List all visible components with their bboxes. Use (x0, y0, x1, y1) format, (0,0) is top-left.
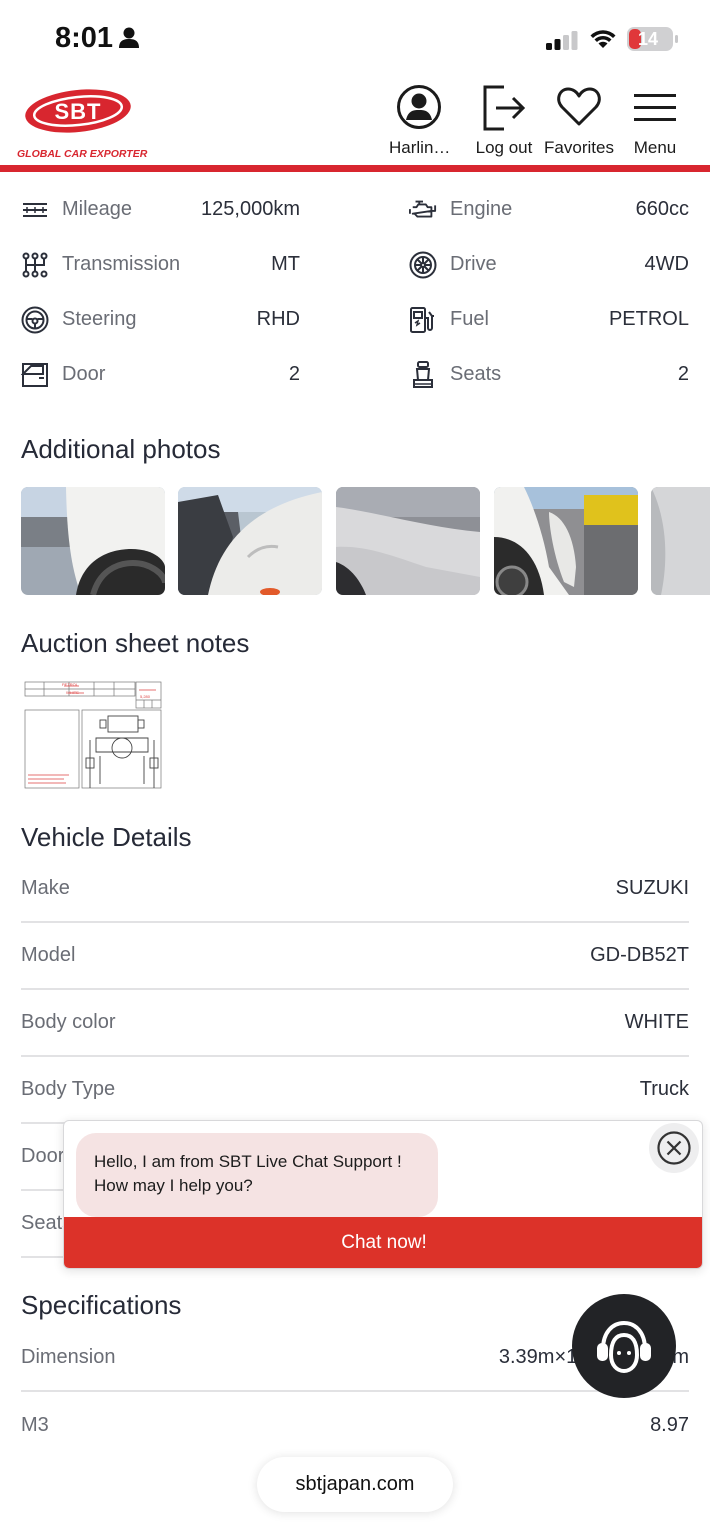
spec-label: Door (62, 363, 106, 385)
nav-account-label: Harlin… (389, 138, 451, 157)
spec-table-value: 8.97 (650, 1414, 689, 1436)
logo-text: SBT (54, 99, 102, 124)
car-photo[interactable] (651, 487, 710, 595)
car-photo[interactable] (178, 487, 322, 595)
fuel-pump-icon (410, 306, 434, 333)
detail-label: Body color (21, 1011, 116, 1033)
spec-value: 125,000km (201, 198, 300, 220)
chat-message-line: Hello, I am from SBT Live Chat Support ! (94, 1152, 402, 1171)
support-agent-icon (597, 1320, 651, 1374)
detail-label: Model (21, 944, 76, 966)
spec-label: Engine (450, 198, 513, 220)
section-title-vehicle-details: Vehicle Details (21, 822, 192, 852)
spec-value: 660cc (635, 198, 689, 220)
table-row: Make SUZUKI (21, 856, 689, 923)
chat-message-line: How may I help you? (94, 1176, 253, 1195)
svg-text:WHITE: WHITE (66, 690, 79, 695)
spec-steering: Steering RHD (21, 292, 300, 347)
spec-label: Transmission (62, 253, 181, 275)
svg-text:5,280: 5,280 (140, 694, 151, 699)
spec-value: MT (271, 253, 300, 275)
spec-seats: Seats 2 (409, 347, 689, 402)
nav-account[interactable]: Harlin… (389, 84, 451, 158)
mileage-icon (23, 202, 47, 217)
car-photo[interactable] (336, 487, 480, 595)
site-header: SBT GLOBAL CAR EXPORTER Harlin… Log out … (0, 78, 710, 166)
car-photo[interactable] (494, 487, 638, 595)
spec-label: Drive (450, 253, 497, 275)
table-row: Model GD-DB52T (21, 923, 689, 990)
nav-logout-label: Log out (475, 138, 533, 157)
table-row: Body Type Truck (21, 1057, 689, 1124)
section-title-additional-photos: Additional photos (21, 434, 221, 464)
status-bar: 8:01 14 (0, 0, 710, 78)
spec-door: Door 2 (21, 347, 300, 402)
chat-message-bubble: Hello, I am from SBT Live Chat Support !… (76, 1133, 438, 1217)
spec-value: 4WD (644, 253, 689, 275)
photo-carousel[interactable] (21, 487, 710, 596)
table-row: M3 8.97 (21, 1392, 689, 1459)
car-photo[interactable] (21, 487, 165, 595)
spec-value: 2 (288, 363, 300, 385)
detail-value: SUZUKI (615, 877, 689, 899)
logout-icon (483, 85, 526, 131)
battery-indicator: 14 (627, 27, 678, 51)
spec-value: 2 (677, 363, 689, 385)
hamburger-icon (634, 94, 676, 121)
nav-favorites-label: Favorites (544, 138, 614, 157)
chat-now-button[interactable]: Chat now! (64, 1217, 702, 1268)
detail-value: Truck (639, 1078, 689, 1100)
spec-table-label: M3 (21, 1414, 49, 1436)
spec-transmission: Transmission MT (21, 237, 300, 292)
spec-table-label: Dimension (21, 1346, 116, 1368)
table-row: Body color WHITE (21, 990, 689, 1057)
header-divider (0, 165, 710, 172)
heart-icon (557, 87, 601, 126)
steering-wheel-icon (21, 306, 49, 333)
wifi-icon (590, 30, 616, 48)
browser-url-bar[interactable]: sbtjapan.com (257, 1457, 453, 1512)
detail-label: Door (21, 1145, 65, 1167)
detail-label: Body Type (21, 1078, 116, 1100)
spec-label: Steering (62, 308, 137, 330)
detail-value: GD-DB52T (590, 944, 689, 966)
user-icon (397, 85, 441, 129)
nav-menu-label: Menu (633, 138, 677, 157)
spec-label: Seats (450, 363, 502, 385)
chat-close-button[interactable] (649, 1123, 699, 1173)
detail-label: Make (21, 877, 70, 899)
spec-value: PETROL (608, 308, 689, 330)
sbt-logo[interactable]: SBT GLOBAL CAR EXPORTER (17, 86, 147, 160)
spec-value: RHD (256, 308, 300, 330)
close-icon (657, 1131, 691, 1165)
section-title-specifications: Specifications (21, 1290, 182, 1320)
car-seat-icon (413, 360, 433, 388)
status-time: 8:01 (55, 22, 114, 54)
wheel-icon (409, 251, 437, 278)
support-chat-fab[interactable] (572, 1294, 676, 1398)
cellular-signal-icon (546, 31, 578, 50)
spec-mileage: Mileage 125,000km (21, 182, 300, 237)
section-title-auction-sheet-notes: Auction sheet notes (21, 628, 250, 658)
engine-icon (409, 200, 437, 217)
spec-fuel: Fuel PETROL (409, 292, 689, 347)
nav-logout[interactable]: Log out (472, 84, 536, 158)
spec-drive: Drive 4WD (409, 237, 689, 292)
person-icon (119, 27, 139, 48)
spec-label: Mileage (62, 198, 133, 220)
nav-menu[interactable]: Menu (627, 84, 683, 158)
spec-label: Fuel (450, 308, 489, 330)
nav-favorites[interactable]: Favorites (543, 84, 615, 158)
car-door-icon (21, 362, 48, 387)
spec-engine: Engine 660cc (409, 182, 689, 237)
logo-tagline: GLOBAL CAR EXPORTER (17, 148, 148, 160)
battery-level: 14 (637, 29, 659, 49)
live-chat-popup: Hello, I am from SBT Live Chat Support !… (63, 1120, 703, 1269)
gearbox-icon (22, 252, 48, 277)
svg-text:PETROL: PETROL (62, 682, 79, 687)
detail-value: WHITE (624, 1011, 689, 1033)
auction-sheet-image[interactable]: PETROL WHITE 5,280 (24, 680, 162, 790)
